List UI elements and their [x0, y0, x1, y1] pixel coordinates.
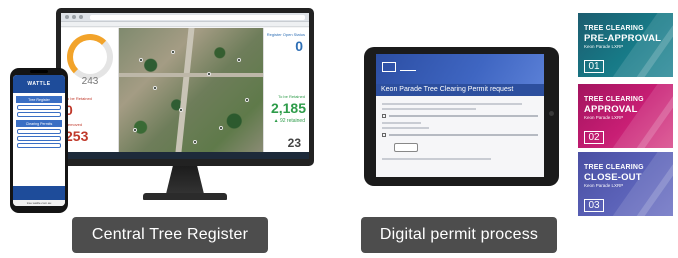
card-project: Keon Parade LXRP — [584, 183, 624, 188]
tree-marker[interactable] — [237, 58, 241, 62]
monitor-stand — [166, 166, 204, 194]
mobile-phone: WATTLE Tree Register Clearing Permits tr… — [10, 68, 68, 213]
menu-button[interactable] — [17, 105, 61, 110]
tree-marker[interactable] — [139, 58, 143, 62]
address-bar[interactable] — [90, 14, 305, 20]
tablet-screen: Keon Parade Tree Clearing Permit request — [376, 54, 544, 177]
card-line1: TREE CLEARING — [584, 164, 644, 171]
card-line2: PRE-APPROVAL — [584, 33, 662, 44]
menu-button[interactable] — [17, 143, 61, 148]
browser-dot — [65, 15, 69, 19]
browser-dot — [79, 15, 83, 19]
os-taskbar — [61, 152, 309, 159]
app-footer — [13, 186, 65, 200]
text-line — [382, 108, 476, 110]
checkbox-label — [389, 134, 538, 136]
form-body — [376, 96, 544, 167]
desktop-monitor: 243 To be Retained 0 Removed 253 Registe… — [56, 8, 314, 166]
monitor-base — [143, 193, 227, 200]
logo-icon — [382, 62, 396, 72]
camera-icon — [549, 111, 554, 116]
tree-marker[interactable] — [193, 140, 197, 144]
menu-button[interactable] — [17, 112, 61, 117]
map-road — [175, 28, 195, 152]
tree-marker[interactable] — [171, 50, 175, 54]
phone-screen: WATTLE Tree Register Clearing Permits tr… — [13, 75, 65, 206]
card-pre-approval: TREE CLEARING PRE-APPROVAL Keon Parade L… — [578, 13, 673, 77]
dashboard-screen: 243 To be Retained 0 Removed 253 Registe… — [61, 13, 309, 159]
kpi-subtext: ▲ 92 retained — [273, 118, 305, 124]
tree-marker[interactable] — [153, 86, 157, 90]
kpi-value: 23 — [287, 136, 301, 150]
submit-button[interactable] — [394, 143, 418, 152]
kpi-label: To be Retained — [65, 96, 92, 101]
card-line1: TREE CLEARING — [584, 96, 644, 103]
form-banner — [376, 54, 544, 84]
tree-marker[interactable] — [245, 98, 249, 102]
kpi-value: 2,185 — [270, 100, 306, 116]
dashboard-left-panel: 243 To be Retained 0 Removed 253 — [61, 28, 119, 152]
dashboard-right-panel: Register Open Status 0 To be Retained 2,… — [263, 28, 309, 152]
browser-dot — [72, 15, 76, 19]
card-close-out: TREE CLEARING CLOSE-OUT Keon Parade LXRP… — [578, 152, 673, 216]
card-line2: APPROVAL — [584, 104, 638, 115]
form-title: Keon Parade Tree Clearing Permit request — [376, 84, 544, 96]
checkbox[interactable] — [382, 133, 386, 137]
kpi-label: To be Retained — [278, 94, 305, 99]
text-line — [382, 127, 429, 129]
browser-toolbar — [61, 13, 309, 22]
app-header: WATTLE — [13, 75, 65, 93]
card-line2: CLOSE-OUT — [584, 172, 642, 183]
text-line — [382, 122, 421, 124]
form-checkbox-row[interactable] — [382, 133, 538, 137]
map-road — [119, 72, 263, 77]
caption-central-tree-register: Central Tree Register — [72, 217, 268, 253]
text-line — [382, 103, 523, 105]
tree-marker[interactable] — [133, 128, 137, 132]
section-tree-register[interactable]: Tree Register — [16, 96, 62, 103]
text-line — [382, 158, 492, 160]
menu-button[interactable] — [17, 136, 61, 141]
bookmarks-bar — [61, 22, 309, 27]
phone-url-bar[interactable]: tree.wattle.com.au — [13, 200, 65, 206]
aerial-map[interactable] — [119, 28, 263, 152]
caption-digital-permit-process: Digital permit process — [361, 217, 557, 253]
logo-icon — [400, 63, 416, 71]
tree-marker[interactable] — [179, 108, 183, 112]
form-checkbox-row[interactable] — [382, 114, 538, 118]
card-number: 03 — [584, 199, 604, 212]
menu-button[interactable] — [17, 129, 61, 134]
card-number: 02 — [584, 131, 604, 144]
tree-marker[interactable] — [219, 126, 223, 130]
kpi-value: 0 — [295, 38, 303, 54]
card-number: 01 — [584, 60, 604, 73]
kpi-label: Register Open Status — [266, 32, 305, 37]
card-project: Keon Parade LXRP — [584, 115, 624, 120]
tablet-device: Keon Parade Tree Clearing Permit request — [364, 47, 559, 186]
checkbox[interactable] — [382, 114, 386, 118]
tree-dashboard: 243 To be Retained 0 Removed 253 Registe… — [61, 28, 309, 152]
checkbox-label — [389, 115, 538, 117]
section-clearing-permits[interactable]: Clearing Permits — [16, 120, 62, 127]
phone-notch — [30, 70, 48, 73]
card-approval: TREE CLEARING APPROVAL Keon Parade LXRP … — [578, 84, 673, 148]
card-project: Keon Parade LXRP — [584, 44, 624, 49]
gauge-value: 243 — [81, 76, 99, 87]
kpi-value: 253 — [65, 128, 89, 144]
tree-marker[interactable] — [207, 72, 211, 76]
card-line1: TREE CLEARING — [584, 25, 644, 32]
gauge-chart — [67, 34, 113, 80]
